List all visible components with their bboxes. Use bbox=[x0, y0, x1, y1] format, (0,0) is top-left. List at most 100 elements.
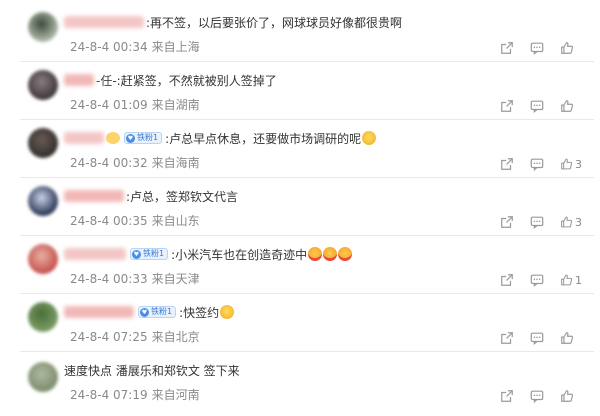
comment-actions bbox=[500, 330, 582, 346]
comment-date: 24-8-4 00:35 bbox=[70, 214, 148, 228]
comment-body: 速度快点 潘展乐和郑钦文 签下来 bbox=[64, 361, 240, 379]
avatar[interactable] bbox=[28, 244, 58, 274]
comment-icon[interactable] bbox=[530, 389, 560, 403]
comment-icon[interactable] bbox=[530, 331, 560, 345]
heart-icon: ♥ bbox=[132, 249, 141, 259]
share-icon[interactable] bbox=[500, 41, 530, 55]
heart-eyes-emoji-icon bbox=[308, 247, 323, 261]
comment-body: :再不签，以后要张价了，网球球员好像都很贵啊 bbox=[64, 13, 402, 31]
comment-location: 来自河南 bbox=[151, 388, 200, 402]
comment-actions bbox=[500, 388, 582, 404]
avatar[interactable] bbox=[28, 302, 58, 332]
fan-badge[interactable]: ♥ 铁粉1 bbox=[124, 132, 163, 144]
comment-item: 速度快点 潘展乐和郑钦文 签下来 24-8-4 07:19 来自河南 bbox=[0, 352, 600, 410]
username-redacted[interactable] bbox=[64, 74, 94, 86]
comment-item: ♥ 铁粉1:小米汽车也在创造奇迹中 24-8-4 00:33 来自天津 1 bbox=[0, 236, 600, 294]
thumbs-up-icon[interactable] bbox=[560, 41, 582, 55]
username-redacted[interactable] bbox=[64, 306, 134, 318]
fan-badge-label: 铁粉1 bbox=[151, 307, 173, 316]
thumbs-up-icon[interactable]: 1 bbox=[560, 273, 582, 287]
share-icon[interactable] bbox=[500, 273, 530, 287]
thumbs-up-icon[interactable] bbox=[560, 331, 582, 345]
username-redacted[interactable] bbox=[64, 16, 144, 28]
fan-badge[interactable]: ♥ 铁粉1 bbox=[130, 248, 169, 260]
share-icon[interactable] bbox=[500, 99, 530, 113]
comment-icon[interactable] bbox=[530, 99, 560, 113]
comment-item: ♥ 铁粉1:快签约 24-8-4 07:25 来自北京 bbox=[0, 294, 600, 352]
comment-location: 来自上海 bbox=[151, 40, 200, 54]
comment-date: 24-8-4 00:33 bbox=[70, 272, 148, 286]
comment-icon[interactable] bbox=[530, 273, 560, 287]
thumbs-up-icon[interactable]: 3 bbox=[560, 157, 582, 171]
comment-meta: 24-8-4 07:19 来自河南 bbox=[70, 386, 200, 403]
comment-icon[interactable] bbox=[530, 157, 560, 171]
avatar[interactable] bbox=[28, 128, 58, 158]
comment-date: 24-8-4 01:09 bbox=[70, 98, 148, 112]
avatar[interactable] bbox=[28, 186, 58, 216]
comment-meta: 24-8-4 00:32 来自海南 bbox=[70, 154, 200, 171]
fan-badge[interactable]: ♥ 铁粉1 bbox=[138, 306, 177, 318]
comment-meta: 24-8-4 00:35 来自山东 bbox=[70, 212, 200, 229]
smile-emoji-icon bbox=[220, 305, 235, 319]
avatar[interactable] bbox=[28, 12, 58, 42]
comment-icon[interactable] bbox=[530, 215, 560, 229]
comment-meta: 24-8-4 07:25 来自北京 bbox=[70, 328, 200, 345]
comment-location: 来自天津 bbox=[151, 272, 200, 286]
fan-badge-label: 铁粉1 bbox=[143, 249, 165, 258]
thumbs-up-icon[interactable] bbox=[560, 99, 582, 113]
comment-body: ♥ 铁粉1:小米汽车也在创造奇迹中 bbox=[64, 245, 353, 263]
like-count: 1 bbox=[575, 273, 582, 287]
share-icon[interactable] bbox=[500, 215, 530, 229]
comment-icon[interactable] bbox=[530, 41, 560, 55]
like-count: 3 bbox=[575, 215, 582, 229]
comment-actions bbox=[500, 98, 582, 114]
comment-text: :小米汽车也在创造奇迹中 bbox=[171, 247, 308, 262]
comment-text: 速度快点 潘展乐和郑钦文 签下来 bbox=[64, 363, 240, 378]
comment-body: :卢总，签郑钦文代言 bbox=[64, 187, 238, 205]
avatar[interactable] bbox=[28, 70, 58, 100]
comment-body: -任-:赶紧签，不然就被别人签掉了 bbox=[64, 71, 277, 89]
comment-item: :卢总，签郑钦文代言 24-8-4 00:35 来自山东 3 bbox=[0, 178, 600, 236]
comment-text: :赶紧签，不然就被别人签掉了 bbox=[116, 73, 277, 88]
comment-location: 来自山东 bbox=[151, 214, 200, 228]
heart-eyes-emoji-icon bbox=[338, 247, 353, 261]
smile-emoji-icon bbox=[362, 131, 377, 145]
heart-icon: ♥ bbox=[126, 133, 135, 143]
comment-actions: 3 bbox=[500, 156, 582, 172]
heart-eyes-emoji-icon bbox=[323, 247, 338, 261]
thumbs-up-icon[interactable]: 3 bbox=[560, 215, 582, 229]
fan-badge-label: 铁粉1 bbox=[137, 133, 159, 142]
comment-text: :快签约 bbox=[179, 305, 220, 320]
comment-body: ♥ 铁粉1:卢总早点休息，还要做市场调研的呢 bbox=[64, 129, 377, 147]
share-icon[interactable] bbox=[500, 157, 530, 171]
comment-location: 来自湖南 bbox=[151, 98, 200, 112]
comment-meta: 24-8-4 00:33 来自天津 bbox=[70, 270, 200, 287]
comment-body: ♥ 铁粉1:快签约 bbox=[64, 303, 235, 321]
username-redacted[interactable] bbox=[64, 190, 124, 202]
avatar[interactable] bbox=[28, 362, 58, 392]
username-redacted[interactable] bbox=[64, 248, 126, 260]
comment-actions: 3 bbox=[500, 214, 582, 230]
username-fragment[interactable]: -任- bbox=[96, 72, 117, 89]
comment-item: ♥ 铁粉1:卢总早点休息，还要做市场调研的呢 24-8-4 00:32 来自海南 3 bbox=[0, 120, 600, 178]
comment-item: :再不签，以后要张价了，网球球员好像都很贵啊 24-8-4 00:34 来自上海 bbox=[0, 4, 600, 62]
comment-meta: 24-8-4 00:34 来自上海 bbox=[70, 38, 200, 55]
heart-icon: ♥ bbox=[140, 307, 149, 317]
comment-date: 24-8-4 07:25 bbox=[70, 330, 148, 344]
comment-date: 24-8-4 00:34 bbox=[70, 40, 148, 54]
thumbs-up-icon[interactable] bbox=[560, 389, 582, 403]
comment-date: 24-8-4 07:19 bbox=[70, 388, 148, 402]
crown-icon bbox=[106, 132, 120, 144]
comment-text: :卢总早点休息，还要做市场调研的呢 bbox=[165, 131, 362, 146]
comment-location: 来自北京 bbox=[151, 330, 200, 344]
comment-item: -任-:赶紧签，不然就被别人签掉了 24-8-4 01:09 来自湖南 bbox=[0, 62, 600, 120]
comment-actions bbox=[500, 40, 582, 56]
share-icon[interactable] bbox=[500, 331, 530, 345]
comment-text: :再不签，以后要张价了，网球球员好像都很贵啊 bbox=[146, 15, 403, 30]
comment-actions: 1 bbox=[500, 272, 582, 288]
username-redacted[interactable] bbox=[64, 132, 104, 144]
comment-location: 来自海南 bbox=[151, 156, 200, 170]
comment-date: 24-8-4 00:32 bbox=[70, 156, 148, 170]
share-icon[interactable] bbox=[500, 389, 530, 403]
comment-meta: 24-8-4 01:09 来自湖南 bbox=[70, 96, 200, 113]
